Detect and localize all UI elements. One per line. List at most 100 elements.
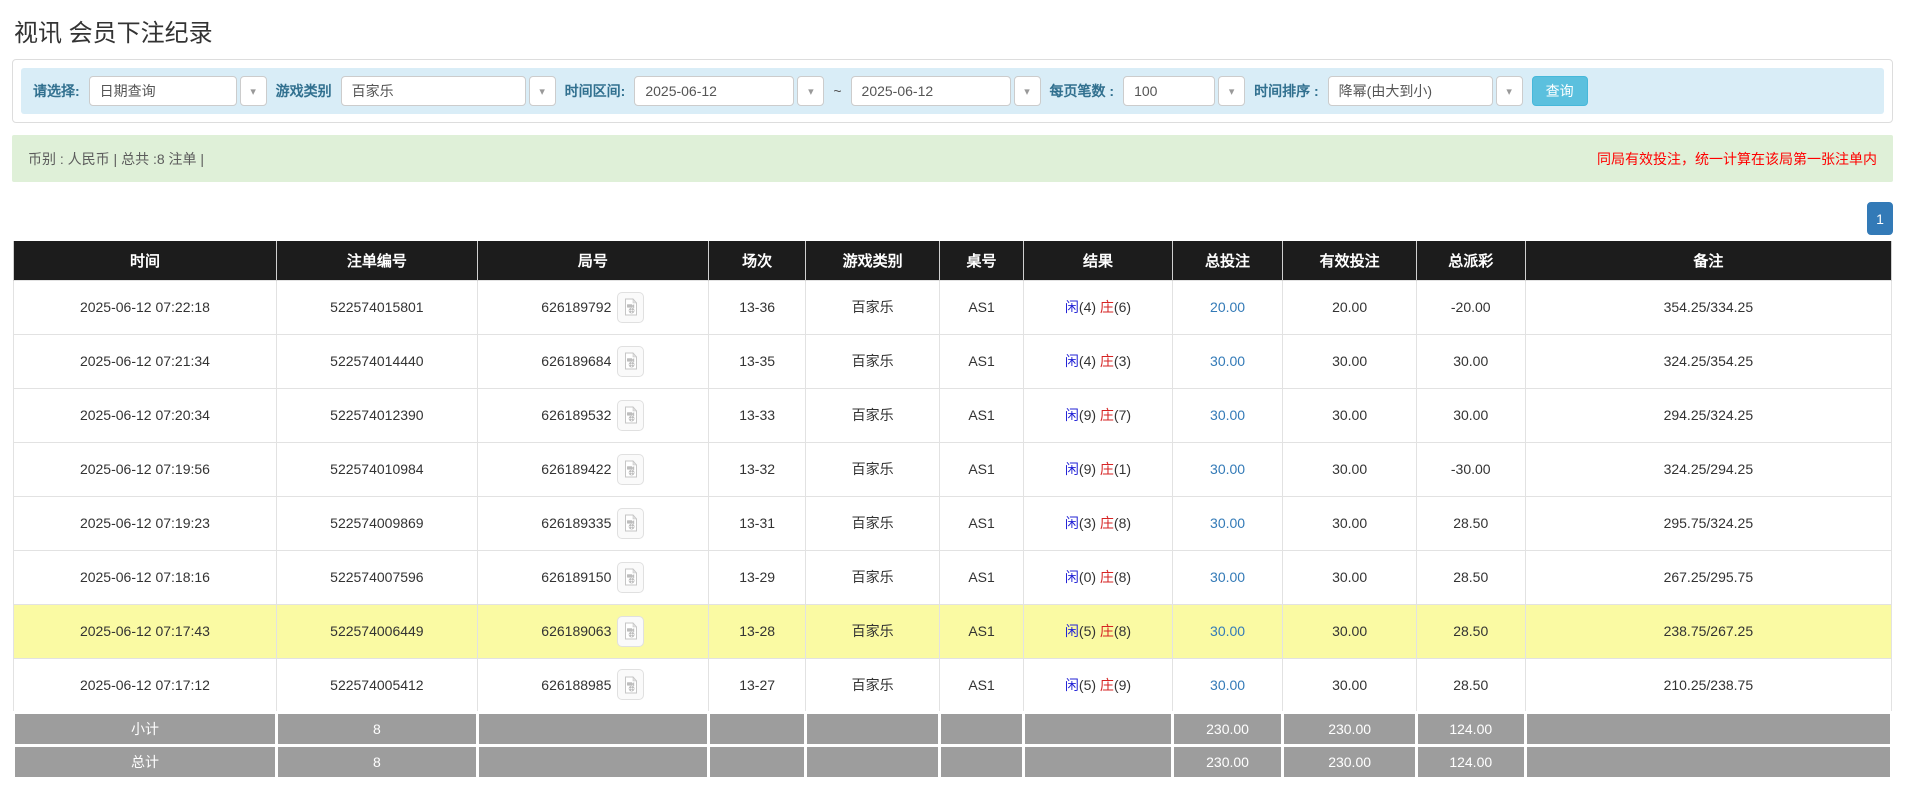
table-row: 2025-06-12 07:18:16 522574007596 626189150… (13, 549, 1893, 605)
total-payout: 124.00 (1414, 743, 1527, 780)
total-valid-bet: 230.00 (1281, 743, 1418, 780)
total-bet-link[interactable]: 30.00 (1210, 677, 1245, 693)
cell-valid-bet: 20.00 (1282, 279, 1417, 335)
cell-total-bet: 20.00 (1171, 279, 1284, 335)
cell-payout: -20.00 (1415, 279, 1526, 335)
cell-payout: -30.00 (1415, 441, 1526, 497)
pagination-page-1[interactable]: 1 (1867, 202, 1893, 235)
date-range-separator: ~ (833, 83, 842, 99)
cell-bet-no: 522574010984 (275, 441, 478, 497)
table-row: 2025-06-12 07:17:43 522574006449 626189063… (13, 603, 1893, 659)
query-type-value: 日期查询 (88, 76, 237, 106)
col-bet-no: 注单编号 (275, 241, 478, 280)
summary-bar: 币别 : 人民币 | 总共 :8 注单 | 同局有效投注，统一计算在该局第一张注… (12, 135, 1893, 182)
page-size-select[interactable]: 100 ▾ (1123, 76, 1246, 106)
cell-remark: 354.25/334.25 (1524, 279, 1893, 335)
total-bet-link[interactable]: 30.00 (1210, 569, 1245, 585)
subtotal-valid-bet: 230.00 (1281, 710, 1418, 747)
cell-round-no: 626189422 (476, 441, 709, 497)
col-remark: 备注 (1524, 241, 1893, 280)
cell-total-bet: 30.00 (1171, 333, 1284, 389)
video-file-icon (624, 298, 638, 316)
date-to-value: 2025-06-12 (850, 76, 1011, 106)
cell-session: 13-35 (707, 333, 807, 389)
total-bet-link[interactable]: 30.00 (1210, 407, 1245, 423)
banker-result: 庄 (1099, 461, 1114, 477)
cell-payout: 28.50 (1415, 603, 1526, 659)
page-title: 视讯 会员下注纪录 (14, 20, 213, 47)
total-bet-link[interactable]: 30.00 (1210, 623, 1245, 639)
cell-result: 闲(3) 庄(8) (1023, 495, 1173, 551)
video-replay-button[interactable] (617, 669, 645, 700)
chevron-down-icon: ▾ (797, 76, 825, 106)
cell-bet-no: 522574006449 (275, 603, 478, 659)
cell-payout: 28.50 (1415, 549, 1526, 605)
video-file-icon (624, 568, 638, 586)
col-total-bet: 总投注 (1171, 241, 1284, 280)
cell-game-type: 百家乐 (805, 387, 940, 443)
player-result: 闲 (1064, 676, 1079, 693)
cell-game-type: 百家乐 (805, 333, 940, 389)
date-from-value: 2025-06-12 (634, 76, 795, 106)
cell-round-no: 626189792 (476, 279, 709, 335)
cell-total-bet: 30.00 (1171, 495, 1284, 551)
chevron-down-icon: ▾ (1013, 76, 1041, 106)
cell-valid-bet: 30.00 (1282, 441, 1417, 497)
video-file-icon (624, 352, 638, 370)
cell-round-no: 626189532 (476, 387, 709, 443)
cell-result: 闲(5) 庄(9) (1023, 657, 1173, 713)
game-type-select[interactable]: 百家乐 ▾ (340, 76, 556, 106)
cell-session: 13-36 (707, 279, 807, 335)
col-result: 结果 (1023, 241, 1173, 280)
video-replay-button[interactable] (617, 291, 645, 323)
video-replay-button[interactable] (617, 507, 645, 539)
date-to-select[interactable]: 2025-06-12 ▾ (850, 76, 1041, 106)
subtotal-count: 8 (274, 710, 479, 747)
player-result: 闲 (1064, 569, 1079, 585)
cell-valid-bet: 30.00 (1282, 333, 1417, 389)
query-type-select[interactable]: 日期查询 ▾ (88, 76, 267, 106)
cell-table-no: AS1 (938, 333, 1025, 389)
cell-remark: 267.25/295.75 (1524, 549, 1893, 605)
date-from-select[interactable]: 2025-06-12 ▾ (634, 76, 825, 106)
cell-remark: 295.75/324.25 (1524, 495, 1893, 551)
cell-payout: 30.00 (1415, 387, 1526, 443)
video-replay-button[interactable] (617, 399, 645, 431)
pagination: 1 (12, 202, 1893, 235)
cell-round-no: 626189335 (476, 495, 709, 551)
video-replay-button[interactable] (617, 561, 645, 593)
video-replay-button[interactable] (617, 453, 645, 485)
total-bet-link[interactable]: 20.00 (1210, 299, 1245, 315)
banker-result: 庄 (1099, 569, 1114, 585)
cell-total-bet: 30.00 (1171, 657, 1284, 713)
cell-total-bet: 30.00 (1171, 387, 1284, 443)
page-size-label: 每页笔数 : (1049, 83, 1115, 99)
cell-bet-no: 522574005412 (275, 657, 478, 713)
time-sort-select[interactable]: 降幂(由大到小) ▾ (1327, 76, 1523, 106)
subtotal-row: 小计 8 230.00 230.00 124.00 (12, 710, 1894, 747)
cell-bet-no: 522574007596 (275, 549, 478, 605)
col-round-no: 局号 (476, 241, 709, 280)
video-replay-button[interactable] (617, 345, 645, 377)
cell-game-type: 百家乐 (805, 441, 940, 497)
banker-result: 庄 (1099, 515, 1114, 531)
bet-records-table: 时间 注单编号 局号 场次 游戏类别 桌号 结果 总投注 有效投注 总派彩 备注… (12, 241, 1894, 780)
total-bet-link[interactable]: 30.00 (1210, 515, 1245, 531)
cell-session: 13-28 (707, 603, 807, 659)
game-type-label: 游戏类别 (275, 83, 332, 99)
player-result: 闲 (1064, 461, 1079, 477)
col-session: 场次 (707, 241, 807, 280)
total-bet-link[interactable]: 30.00 (1210, 353, 1245, 369)
query-button[interactable]: 查询 (1531, 76, 1588, 106)
banker-result: 庄 (1099, 299, 1114, 315)
cell-session: 13-27 (707, 657, 807, 713)
cell-result: 闲(5) 庄(8) (1023, 603, 1173, 659)
total-bet-link[interactable]: 30.00 (1210, 461, 1245, 477)
video-file-icon (624, 406, 638, 424)
table-row: 2025-06-12 07:19:56 522574010984 626189422… (13, 441, 1893, 497)
cell-bet-no: 522574015801 (275, 279, 478, 335)
cell-payout: 28.50 (1415, 495, 1526, 551)
cell-game-type: 百家乐 (805, 495, 940, 551)
table-header: 时间 注单编号 局号 场次 游戏类别 桌号 结果 总投注 有效投注 总派彩 备注 (13, 241, 1893, 280)
video-replay-button[interactable] (617, 615, 645, 647)
